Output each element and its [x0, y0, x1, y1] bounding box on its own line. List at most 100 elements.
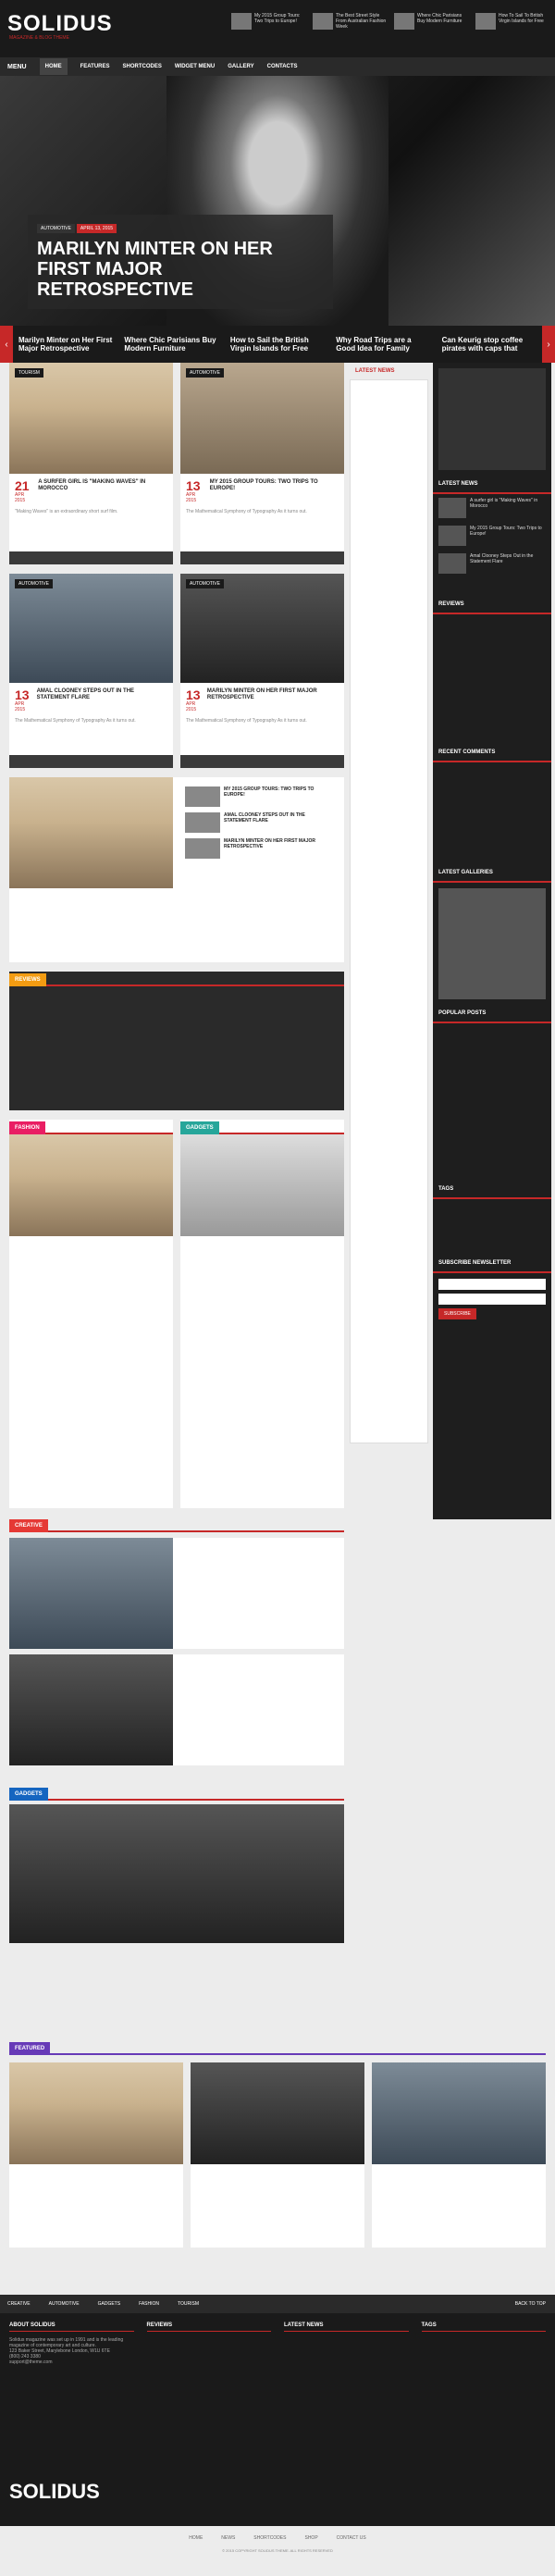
nav-home[interactable]: HOME [39, 58, 68, 75]
footer-about-text: Solidus magazine was set up in 1991 and … [9, 2337, 124, 2348]
sidebar-subscribe-title: SUBSCRIBE NEWSLETTER [433, 1255, 551, 1273]
post-card[interactable]: AUTOMOTIVE 13 APR 2015 MY 2015 GROUP TOURS… [180, 363, 344, 564]
email-field[interactable] [438, 1294, 546, 1305]
post-month: APR 2015 [186, 492, 197, 503]
copyright: © 2015 COPYRIGHT SOLIDUS THEME. ALL RIGH… [222, 2548, 333, 2553]
slider-item[interactable]: Marilyn Minter on Her First Major Retros… [13, 336, 118, 353]
sidebar-gallery-title: LATEST GALLERIES [433, 864, 551, 883]
post-excerpt: The Mathematical Symphony of Typography … [186, 509, 307, 514]
category-badge[interactable]: AUTOMOTIVE [186, 368, 224, 378]
nav-gallery[interactable]: GALLERY [228, 64, 253, 69]
footer-tags-title: TAGS [421, 2322, 546, 2332]
creative-block: CREATIVE [9, 1517, 344, 1777]
post-month: APR 2015 [15, 701, 26, 712]
header-post[interactable]: How To Sail To British Virgin Islands fo… [475, 13, 549, 30]
header-post[interactable]: The Best Street Style From Australian Fa… [313, 13, 387, 30]
tourism-block: MY 2015 GROUP TOURS: TWO TRIPS TO EUROPE… [9, 777, 344, 962]
post-card[interactable]: AUTOMOTIVE 13 APR 2015 MARILYN MINTER ON H… [180, 574, 344, 768]
sidebar-post[interactable]: My 2015 Group Tours: Two Trips to Europe… [433, 522, 551, 550]
footer-logo[interactable]: SOLIDUS [9, 2480, 100, 2504]
hero-caption: AUTOMOTIVE APRIL 13, 2015 MARILYN MINTER… [28, 215, 333, 309]
footer-link[interactable]: CONTACT US [337, 2535, 366, 2541]
footer-about-title: ABOUT SOLIDUS [9, 2322, 134, 2332]
sidebar-post[interactable]: Amal Clooney Steps Out in the Statement … [433, 550, 551, 577]
post-title[interactable]: AMAL CLOONEY STEPS OUT IN THE STATEMENT … [37, 688, 167, 701]
header-post[interactable]: My 2015 Group Tours: Two Trips to Europe… [231, 13, 305, 30]
hero-tag[interactable]: AUTOMOTIVE [37, 224, 75, 233]
list-item[interactable]: MARILYN MINTER ON HER FIRST MAJOR RETROS… [185, 838, 333, 859]
sidebar-reviews-title: REVIEWS [433, 596, 551, 614]
section-title: GADGETS [180, 1121, 219, 1134]
card-footer [9, 551, 173, 564]
list-item[interactable]: AMAL CLOONEY STEPS OUT IN THE STATEMENT … [185, 812, 333, 833]
post-title[interactable]: MARILYN MINTER ON HER FIRST MAJOR RETROS… [207, 688, 339, 701]
site-header: SOLIDUS MAGAZINE & BLOG THEME My 2015 Gr… [0, 0, 555, 57]
sidebar-tags-title: TAGS [433, 1181, 551, 1199]
section-title: CREATIVE [9, 1519, 48, 1532]
footer-nav-item[interactable]: GADGETS [98, 2301, 120, 2307]
post-excerpt: The Mathematical Symphony of Typography … [15, 718, 136, 724]
post-card[interactable]: TOURISM 21 APR 2015 A SURFER GIRL IS "MAKI… [9, 363, 173, 564]
footer-link[interactable]: NEWS [221, 2535, 235, 2541]
post-excerpt: The Mathematical Symphony of Typography … [186, 718, 307, 724]
logo[interactable]: SOLIDUS [7, 11, 113, 37]
category-badge[interactable]: AUTOMOTIVE [15, 579, 53, 588]
name-field[interactable] [438, 1279, 546, 1290]
header-posts: My 2015 Group Tours: Two Trips to Europe… [231, 13, 549, 30]
footer-email[interactable]: support@theme.com [9, 2359, 134, 2365]
sidebar: LATEST NEWS A surfer girl is "Making Wav… [433, 363, 551, 1519]
prev-arrow-icon[interactable]: ‹ [0, 326, 13, 363]
nav-contacts[interactable]: CONTACTS [267, 64, 298, 69]
subscribe-button[interactable]: SUBSCRIBE [438, 1308, 476, 1319]
footer-link[interactable]: SHOP [304, 2535, 317, 2541]
category-badge[interactable]: AUTOMOTIVE [186, 579, 224, 588]
footer-latest-title: LATEST NEWS [284, 2322, 409, 2332]
list-item[interactable]: MY 2015 GROUP TOURS: TWO TRIPS TO EUROPE… [185, 786, 333, 807]
footer-link[interactable]: HOME [189, 2535, 203, 2541]
post-day: 13 [186, 687, 201, 702]
post-day: 21 [15, 478, 30, 493]
section-title: FEATURED [9, 2042, 51, 2055]
footer-reviews-title: REVIEWS [146, 2322, 271, 2332]
footer-nav-item[interactable]: FASHION [139, 2301, 159, 2307]
footer-nav-item[interactable]: CREATIVE [7, 2301, 31, 2307]
post-title[interactable]: MY 2015 GROUP TOURS: TWO TRIPS TO EUROPE… [210, 479, 339, 492]
hero[interactable]: AUTOMOTIVE APRIL 13, 2015 MARILYN MINTER… [0, 76, 555, 326]
footer-link[interactable]: SHORTCODES [253, 2535, 286, 2541]
post-title[interactable]: A SURFER GIRL IS "MAKING WAVES" IN MOROC… [38, 479, 167, 492]
header-post[interactable]: Where Chic Parisians Buy Modern Furnitur… [394, 13, 468, 30]
section-title: FASHION [9, 1121, 45, 1134]
tagline: MAGAZINE & BLOG THEME [9, 35, 69, 41]
page: SOLIDUS MAGAZINE & BLOG THEME My 2015 Gr… [0, 0, 555, 2576]
nav-shortcodes[interactable]: SHORTCODES [123, 64, 162, 69]
hero-title[interactable]: MARILYN MINTER ON HER FIRST MAJOR RETROS… [37, 239, 324, 300]
footer: CREATIVE AUTOMOTIVE GADGETS FASHION TOUR… [0, 2295, 555, 2576]
slider-item[interactable]: Can Keurig stop coffee pirates with caps… [437, 336, 542, 353]
next-arrow-icon[interactable]: › [542, 326, 555, 363]
sidebar-popular-title: POPULAR POSTS [433, 1005, 551, 1023]
back-to-top-button[interactable]: BACK TO TOP [515, 2301, 546, 2307]
gadgets-slider: GADGETS [9, 1786, 344, 1999]
featured-section: FEATURED [0, 2040, 555, 2281]
footer-nav-item[interactable]: AUTOMOTIVE [49, 2301, 80, 2307]
slider-item[interactable]: Where Chic Parisians Buy Modern Furnitur… [118, 336, 224, 353]
post-day: 13 [186, 478, 201, 493]
nav-features[interactable]: FEATURES [80, 64, 110, 69]
sidebar-recent-title: RECENT COMMENTS [433, 744, 551, 762]
slider-item[interactable]: Why Road Trips are a Good Idea for Famil… [330, 336, 436, 353]
nav-widget-menu[interactable]: WIDGET MENU [175, 64, 215, 69]
fashion-block: FASHION [9, 1120, 173, 1508]
reviews-section: REVIEWS [9, 972, 344, 1110]
category-badge[interactable]: TOURISM [15, 368, 43, 378]
card-footer [180, 755, 344, 768]
menu-toggle[interactable]: MENU [7, 64, 27, 70]
sidebar-post[interactable]: A surfer girl is "Making Waves" in Moroc… [433, 494, 551, 522]
post-card[interactable]: AUTOMOTIVE 13 APR 2015 AMAL CLOONEY STEPS … [9, 574, 173, 768]
card-footer [180, 551, 344, 564]
post-month: APR 2015 [15, 492, 26, 503]
footer-nav-item[interactable]: TOURISM [178, 2301, 199, 2307]
left-column: TOURISM 21 APR 2015 A SURFER GIRL IS "MAKI… [9, 363, 344, 1999]
slider-item[interactable]: How to Sail the British Virgin Islands f… [225, 336, 330, 353]
sidebar-latest-title: LATEST NEWS [433, 476, 551, 494]
main-nav: MENU HOME FEATURES SHORTCODES WIDGET MEN… [0, 57, 555, 76]
